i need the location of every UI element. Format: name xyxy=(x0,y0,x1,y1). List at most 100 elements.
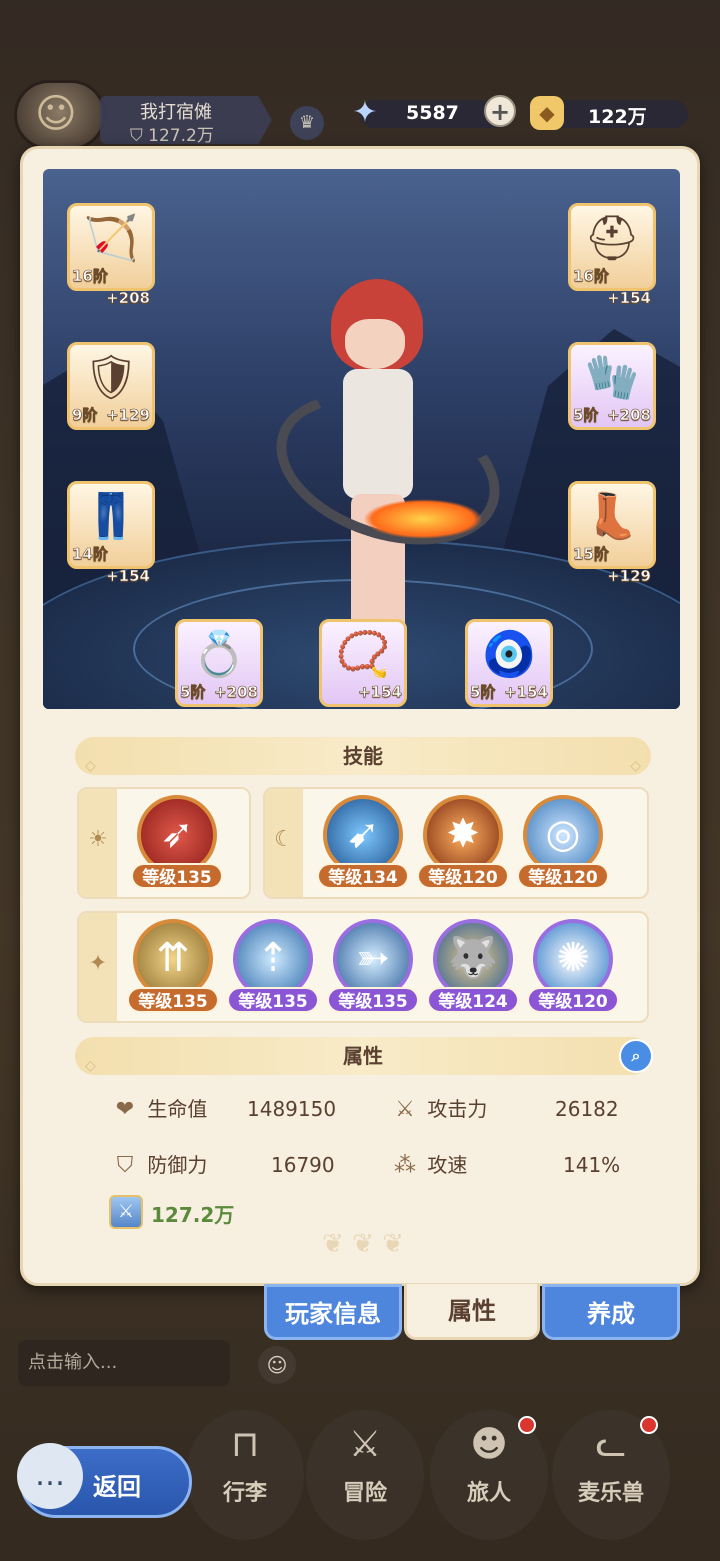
player-power: ⛉ 127.2万 xyxy=(130,126,214,146)
equip-level: 5阶 xyxy=(470,683,496,702)
add-currency-button[interactable]: + xyxy=(484,95,516,127)
chat-bubble-icon: … xyxy=(17,1443,83,1509)
emoji-icon[interactable]: ☺ xyxy=(258,1346,296,1384)
skill-level: 等级120 xyxy=(517,863,609,889)
player-power-value: 127.2万 xyxy=(148,126,214,146)
attribute-detail-search-icon[interactable]: ⌕ xyxy=(619,1039,653,1073)
amulet-icon: 🧿 xyxy=(481,629,537,680)
equip-plus: +208 xyxy=(106,289,150,308)
skill-level: 等级135 xyxy=(127,987,219,1013)
character-scene: 🏹 16阶 +208 ⛑ 16阶 +154 🛡 9阶 +129 🧤 5阶 +208 👖 … xyxy=(43,169,680,709)
equip-slot-helmet[interactable]: ⛑ 16阶 +154 xyxy=(568,203,656,308)
equip-caption: 5阶 +208 xyxy=(180,681,259,703)
equip-slot-boots[interactable]: 👢 15阶 +129 xyxy=(568,481,656,586)
skill-slot[interactable]: ⇈ 等级135 xyxy=(127,919,219,1015)
nav-adventure[interactable]: ⚔ 冒险 xyxy=(306,1410,424,1540)
equip-plus: +154 xyxy=(106,567,150,586)
equip-level: 16阶 xyxy=(573,267,609,286)
atk-value: 26182 xyxy=(555,1097,619,1121)
bow-glow xyxy=(363,499,483,539)
skill-slot[interactable]: ➶ 等级135 xyxy=(131,795,223,891)
guild-icon[interactable]: ♛ xyxy=(290,106,324,140)
hp-row: ❤ 生命值 xyxy=(109,1093,208,1122)
skill-slot[interactable]: ➹ 等级134 xyxy=(317,795,409,891)
player-name-plate[interactable]: 我打宿傩 ⛉ 127.2万 xyxy=(100,96,272,144)
equip-slot-weapon[interactable]: 🏹 16阶 +208 xyxy=(67,203,155,308)
tab-develop[interactable]: 养成 xyxy=(542,1284,680,1340)
star-icon: ✦ xyxy=(352,95,378,130)
equip-slot-amulet[interactable]: 🧿 5阶 +154 xyxy=(465,619,553,707)
def-label: 防御力 xyxy=(147,1153,208,1177)
equip-plus: +129 xyxy=(106,406,150,425)
diamond-ornament-icon: ◇ xyxy=(85,1058,96,1074)
gold-amount: 122万 xyxy=(588,106,647,128)
sparkle-icon: ✦ xyxy=(79,913,117,1021)
equip-plus: +154 xyxy=(358,683,402,702)
gold-coin-icon: ◆ xyxy=(530,96,564,130)
notification-dot xyxy=(518,1416,536,1434)
skill-slot[interactable]: ◎ 等级120 xyxy=(517,795,609,891)
sun-icon: ☀ xyxy=(79,789,117,897)
character-face xyxy=(345,319,405,369)
skill-slot[interactable]: ✺ 等级120 xyxy=(527,919,619,1015)
tab-player-info[interactable]: 玩家信息 xyxy=(264,1284,402,1340)
skill-level: 等级135 xyxy=(131,863,223,889)
crossed-swords-icon: ⚔ xyxy=(395,1097,415,1122)
skill-group-star: ✦ ⇈ 等级135 ⇡ 等级135 ➳ 等级135 🐺 等级124 ✺ 等级12… xyxy=(77,911,649,1023)
back-button[interactable]: … 返回 xyxy=(17,1443,192,1518)
equip-plus: +129 xyxy=(607,567,651,586)
def-value: 16790 xyxy=(271,1153,335,1177)
tab-attributes[interactable]: 属性 xyxy=(404,1284,540,1340)
gold-currency: ◆ 122万 xyxy=(530,96,688,130)
diamond-ornament-icon: ◇ xyxy=(630,758,641,774)
equip-slot-necklace[interactable]: 📿 +154 xyxy=(319,619,407,707)
bow-icon: 🏹 xyxy=(83,213,139,264)
spd-row: ⁂ 攻速 xyxy=(389,1149,467,1178)
chat-input[interactable]: 点击输入... xyxy=(18,1340,230,1386)
back-label: 返回 xyxy=(93,1473,141,1501)
hp-label: 生命值 xyxy=(147,1097,208,1121)
equip-slot-armor[interactable]: 🛡 9阶 +129 xyxy=(67,342,155,430)
skill-level: 等级120 xyxy=(417,863,509,889)
skill-slot[interactable]: ⇡ 等级135 xyxy=(227,919,319,1015)
avatar-face-icon: ☺ xyxy=(35,91,77,137)
equip-caption: 15阶 +129 xyxy=(573,543,652,586)
pants-icon: 👖 xyxy=(83,491,139,542)
equip-caption: 16阶 +208 xyxy=(72,265,151,308)
moon-icon: ☾ xyxy=(265,789,303,897)
avatar[interactable]: ☺ xyxy=(14,80,106,150)
equip-level: 16阶 xyxy=(72,267,108,286)
equip-plus: +154 xyxy=(607,289,651,308)
equip-slot-pants[interactable]: 👖 14阶 +154 xyxy=(67,481,155,586)
equip-slot-ring[interactable]: 💍 5阶 +208 xyxy=(175,619,263,707)
attributes-header: ◇ 属性 ⌕ xyxy=(75,1037,653,1075)
attack-speed-icon: ⁂ xyxy=(394,1153,416,1178)
bag-icon: ⊓ xyxy=(230,1424,260,1465)
equip-caption: 14阶 +154 xyxy=(72,543,151,586)
equip-caption: +154 xyxy=(324,681,402,703)
shield-icon: ⛉ xyxy=(116,1153,134,1178)
attributes-title: 属性 xyxy=(343,1044,383,1068)
helmet-icon: ⛑ xyxy=(584,213,640,264)
nav-traveler[interactable]: ☻ 旅人 xyxy=(430,1410,548,1540)
armor-icon: 🛡 xyxy=(83,352,139,403)
nav-traveler-label: 旅人 xyxy=(466,1481,511,1506)
skills-title: 技能 xyxy=(343,744,383,768)
boots-icon: 👢 xyxy=(584,491,640,542)
skill-level: 等级120 xyxy=(527,987,619,1013)
skill-slot[interactable]: ➳ 等级135 xyxy=(327,919,419,1015)
crossed-swords-icon: ⚔ xyxy=(348,1424,382,1465)
skill-level: 等级135 xyxy=(227,987,319,1013)
equip-caption: 16阶 +154 xyxy=(573,265,652,308)
equip-level: 14阶 xyxy=(72,545,108,564)
skill-group-sun: ☀ ➶ 等级135 xyxy=(77,787,251,899)
skill-level: 等级124 xyxy=(427,987,519,1013)
necklace-icon: 📿 xyxy=(335,629,391,680)
skill-slot[interactable]: ✸ 等级120 xyxy=(417,795,509,891)
spd-label: 攻速 xyxy=(427,1153,468,1177)
atk-row: ⚔ 攻击力 xyxy=(389,1093,487,1122)
nav-beast[interactable]: ᓚ 麦乐兽 xyxy=(552,1410,670,1540)
skill-slot[interactable]: 🐺 等级124 xyxy=(427,919,519,1015)
nav-bag[interactable]: ⊓ 行李 xyxy=(186,1410,304,1540)
equip-slot-gloves[interactable]: 🧤 5阶 +208 xyxy=(568,342,656,430)
